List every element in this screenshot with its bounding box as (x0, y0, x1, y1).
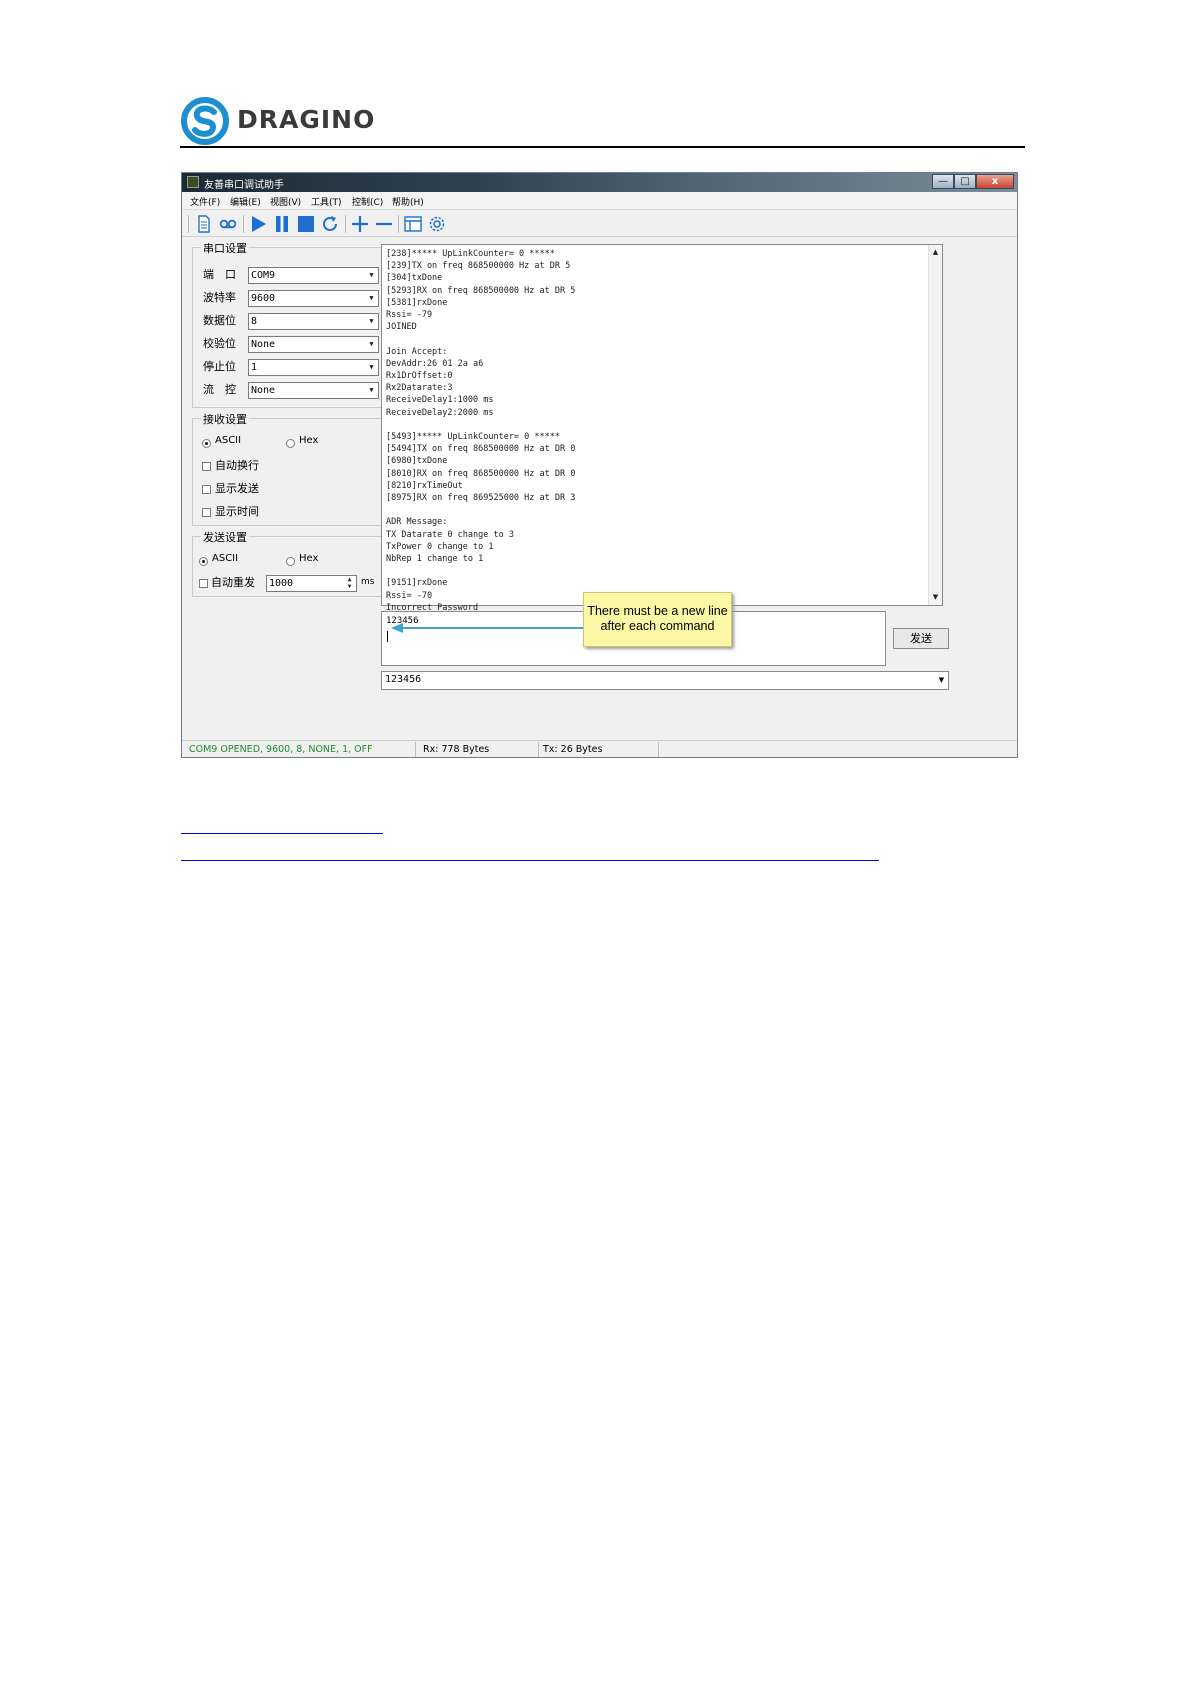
receive-ascii-radio[interactable] (202, 439, 211, 448)
plus-icon[interactable] (350, 214, 370, 234)
send-history-value: 123456 (385, 674, 422, 685)
baud-rate-label: 波特率 (203, 291, 236, 304)
port-select[interactable]: COM9 ▼ (248, 267, 379, 284)
maximize-button[interactable]: □ (954, 174, 976, 189)
new-file-icon[interactable] (194, 214, 214, 234)
scroll-down-icon[interactable]: ▼ (929, 591, 942, 604)
parity-label: 校验位 (203, 337, 236, 350)
stop-bits-select[interactable]: 1 ▼ (248, 359, 379, 376)
pause-icon[interactable] (272, 214, 292, 234)
send-settings-label: 发送设置 (201, 529, 249, 545)
callout-arrow-icon (391, 623, 585, 633)
show-time-label: 显示时间 (215, 505, 259, 518)
send-ascii-label: ASCII (212, 553, 239, 564)
parity-select[interactable]: None ▼ (248, 336, 379, 353)
auto-resend-checkbox[interactable] (199, 579, 208, 588)
show-time-checkbox[interactable] (202, 508, 211, 517)
flow-control-label: 流 控 (203, 383, 236, 396)
menu-file[interactable]: 文件(F) (190, 195, 220, 208)
rx-count: Rx: 778 Bytes (423, 744, 490, 755)
status-bar: COM9 OPENED, 9600, 8, NONE, 1, OFF Rx: 7… (182, 740, 1017, 757)
refresh-icon[interactable] (320, 214, 340, 234)
send-history-combo[interactable]: 123456 ▼ (381, 671, 949, 690)
data-bits-label: 数据位 (203, 314, 236, 327)
title-bar[interactable]: 友善串口调试助手 — □ x (182, 173, 1017, 192)
dragino-logo: DRAGINO (181, 97, 381, 145)
window-title: 友善串口调试助手 (204, 180, 284, 191)
flow-control-select[interactable]: None ▼ (248, 382, 379, 399)
header-divider (180, 146, 1025, 148)
chevron-down-icon: ▼ (369, 271, 374, 279)
toolbar (182, 209, 1017, 237)
connection-status: COM9 OPENED, 9600, 8, NONE, 1, OFF (189, 744, 373, 755)
document-link-underline[interactable] (181, 833, 383, 834)
chevron-down-icon: ▼ (369, 294, 374, 302)
auto-resend-label: 自动重发 (211, 576, 255, 589)
toolbar-separator (188, 215, 189, 233)
minimize-button[interactable]: — (932, 174, 954, 189)
receive-scrollbar[interactable]: ▲ ▼ (928, 245, 942, 605)
play-icon[interactable] (248, 214, 268, 234)
tx-count: Tx: 26 Bytes (543, 744, 603, 755)
show-send-label: 显示发送 (215, 482, 259, 495)
status-separator (415, 742, 416, 757)
menu-help[interactable]: 帮助(H) (392, 195, 424, 208)
menu-edit[interactable]: 编辑(E) (230, 195, 261, 208)
auto-newline-label: 自动换行 (215, 459, 259, 472)
send-hex-label: Hex (299, 553, 319, 564)
receive-settings-label: 接收设置 (201, 411, 249, 427)
serial-assistant-window: 友善串口调试助手 — □ x 文件(F) 编辑(E) 视图(V) 工具(T) 控… (181, 172, 1018, 758)
chevron-down-icon: ▼ (369, 340, 374, 348)
send-button[interactable]: 发送 (893, 628, 949, 649)
scroll-up-icon[interactable]: ▲ (929, 246, 942, 259)
menu-tools[interactable]: 工具(T) (311, 195, 342, 208)
data-bits-select[interactable]: 8 ▼ (248, 313, 379, 330)
receive-hex-radio[interactable] (286, 439, 295, 448)
window-layout-icon[interactable] (403, 214, 423, 234)
app-icon (187, 176, 199, 188)
record-icon[interactable] (218, 214, 238, 234)
minus-icon[interactable] (374, 214, 394, 234)
stop-icon[interactable] (296, 214, 316, 234)
chevron-down-icon[interactable]: ▼ (935, 672, 948, 689)
menu-view[interactable]: 视图(V) (270, 195, 301, 208)
callout-line-1: There must be a new line (587, 604, 728, 618)
serial-settings-label: 串口设置 (201, 240, 249, 256)
resend-interval-spinner[interactable]: 1000 ▲ ▼ (266, 575, 357, 592)
spinner-arrows-icon[interactable]: ▲ ▼ (343, 576, 356, 591)
send-hex-radio[interactable] (286, 557, 295, 566)
settings-gear-icon[interactable] (427, 214, 447, 234)
toolbar-separator (398, 215, 399, 233)
chevron-down-icon: ▼ (369, 363, 374, 371)
callout-line-2: after each command (600, 619, 715, 633)
receive-ascii-label: ASCII (215, 435, 242, 446)
toolbar-separator (345, 215, 346, 233)
show-send-checkbox[interactable] (202, 485, 211, 494)
document-link-underline[interactable] (181, 860, 879, 861)
chevron-down-icon: ▼ (369, 386, 374, 394)
send-ascii-radio[interactable] (199, 557, 208, 566)
receive-hex-label: Hex (299, 435, 319, 446)
port-label: 端 口 (203, 268, 236, 281)
receive-settings-group: 接收设置 ASCII Hex 自动换行 显示发送 显示时间 (192, 411, 385, 526)
auto-newline-checkbox[interactable] (202, 462, 211, 471)
menu-control[interactable]: 控制(C) (352, 195, 383, 208)
send-settings-group: 发送设置 ASCII Hex 自动重发 1000 ▲ ▼ ms (192, 529, 385, 597)
status-separator (658, 742, 659, 757)
toolbar-separator (243, 215, 244, 233)
chevron-down-icon: ▼ (369, 317, 374, 325)
receive-display[interactable]: [238]***** UpLinkCounter= 0 ***** [239]T… (381, 244, 943, 625)
interval-unit: ms (361, 577, 375, 587)
new-line-callout: There must be a new line after each comm… (583, 592, 732, 647)
status-separator (538, 742, 539, 757)
receive-log: [238]***** UpLinkCounter= 0 ***** [239]T… (386, 249, 576, 625)
menu-bar: 文件(F) 编辑(E) 视图(V) 工具(T) 控制(C) 帮助(H) (182, 192, 1017, 209)
close-button[interactable]: x (976, 174, 1014, 189)
logo-wordmark: DRAGINO (237, 105, 376, 134)
stop-bits-label: 停止位 (203, 360, 236, 373)
dragino-logo-icon (181, 97, 229, 145)
serial-settings-group: 串口设置 端 口 COM9 ▼ 波特率 9600 ▼ 数据位 8 ▼ 校验位 None… (192, 240, 385, 408)
baud-rate-select[interactable]: 9600 ▼ (248, 290, 379, 307)
